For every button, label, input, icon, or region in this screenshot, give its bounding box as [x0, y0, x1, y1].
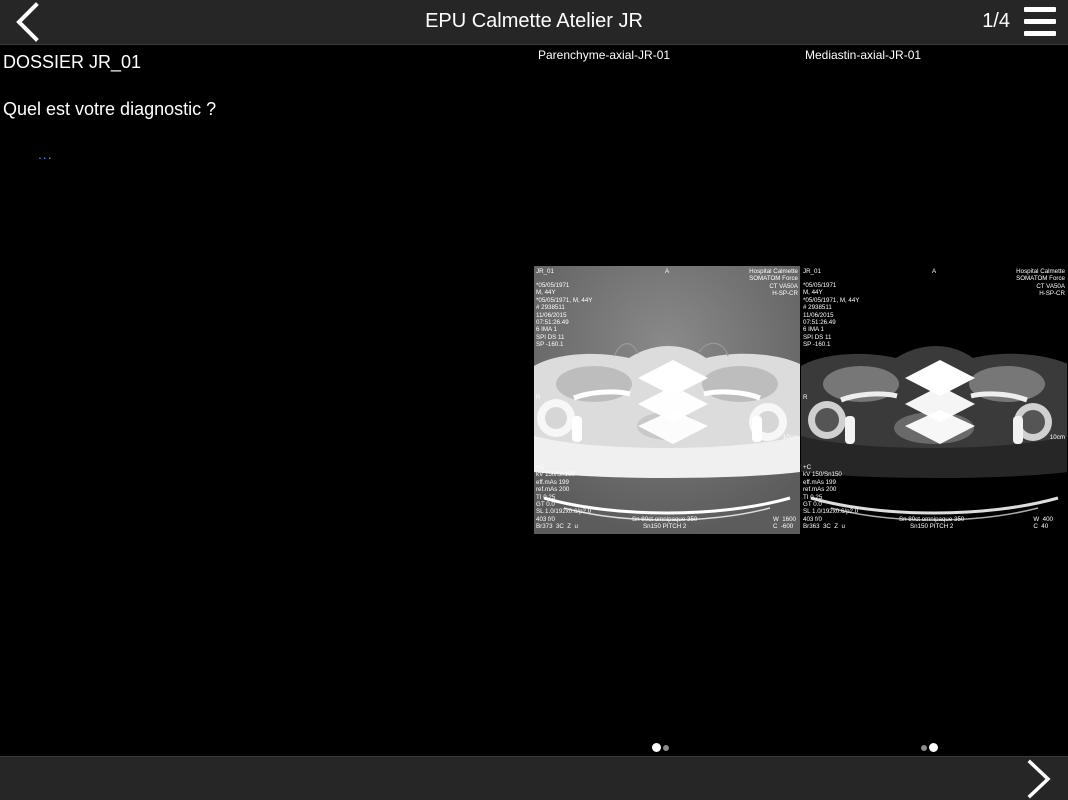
- ct-patient-info: *05/05/1971 M, 44Y *05/05/1971, M, 44Y #…: [803, 282, 860, 349]
- ct-scale: 10cm: [1049, 434, 1065, 441]
- pagination-dot[interactable]: [663, 744, 669, 751]
- pagination-dots-mediastin[interactable]: [921, 739, 940, 753]
- pagination-dot[interactable]: [921, 744, 927, 751]
- ct-site-info: Hospital Calmette SOMATOM Force CT VA50A…: [749, 268, 798, 298]
- ct-orientation-right: R: [803, 394, 808, 401]
- pagination-dots-parenchyme[interactable]: [652, 739, 671, 753]
- ct-orientation-top: A: [932, 268, 937, 275]
- back-button[interactable]: [10, 2, 50, 42]
- page-counter: 1/4: [982, 10, 1010, 32]
- chevron-left-icon: [16, 2, 39, 42]
- ct-acquisition-info: +C kV 150/Sn150 eff.mAs 199 ref.mAs 200 …: [536, 464, 592, 531]
- hamburger-menu-icon: [1024, 7, 1056, 12]
- pagination-dot-active[interactable]: [929, 743, 938, 753]
- pagination-dot-active[interactable]: [652, 743, 661, 753]
- case-title: DOSSIER JR_01: [3, 52, 142, 72]
- bottom-bar: [0, 756, 1068, 800]
- case-question: Quel est votre diagnostic ?: [3, 99, 217, 119]
- ct-site-info: Hospital Calmette SOMATOM Force CT VA50A…: [1016, 268, 1065, 298]
- app: EPU Calmette Atelier JR 1/4 DOSSIER JR_0…: [0, 0, 1068, 800]
- image-stack-icon: [638, 360, 708, 444]
- ct-image-mediastin[interactable]: JR_01 A Hospital Calmette SOMATOM Force …: [801, 266, 1067, 534]
- menu-button[interactable]: [1024, 7, 1058, 37]
- ct-image-parenchyme[interactable]: JR_01 A Hospital Calmette SOMATOM Force …: [534, 266, 800, 534]
- hamburger-menu-icon: [1024, 31, 1056, 36]
- ct-scale: 10cm: [782, 434, 798, 441]
- show-answer-link[interactable]: ...: [38, 146, 53, 162]
- panel-label-mediastin: Mediastin-axial-JR-01: [805, 48, 922, 62]
- hamburger-menu-icon: [1024, 19, 1056, 24]
- ct-window-level: W 400 C 40: [1033, 516, 1053, 531]
- ct-window-level: W 1600 C -600: [772, 516, 796, 531]
- image-stack-icon: [905, 360, 975, 444]
- ct-patient-id: JR_01: [803, 268, 821, 275]
- ct-patient-id: JR_01: [536, 268, 554, 275]
- top-bar: EPU Calmette Atelier JR 1/4: [0, 0, 1068, 45]
- ct-protocol: Sn 80ct omnipaque 350 Sn150 PITCH 2: [899, 516, 965, 531]
- next-button[interactable]: [1024, 759, 1058, 799]
- ct-protocol: Sn 80ct omnipaque 350 Sn150 PITCH 2: [632, 516, 698, 531]
- ct-patient-info: *05/05/1971 M, 44Y *05/05/1971, M, 44Y #…: [536, 282, 593, 349]
- panel-label-parenchyme: Parenchyme-axial-JR-01: [538, 48, 671, 62]
- page-title: EPU Calmette Atelier JR: [425, 10, 643, 32]
- ct-orientation-top: A: [665, 268, 670, 275]
- ct-orientation-right: R: [536, 394, 541, 401]
- ct-acquisition-info: +C kV 150/Sn150 eff.mAs 199 ref.mAs 200 …: [803, 464, 859, 531]
- chevron-right-icon: [1027, 759, 1051, 799]
- case-text: DOSSIER JR_01 Quel est votre diagnostic …: [3, 50, 523, 162]
